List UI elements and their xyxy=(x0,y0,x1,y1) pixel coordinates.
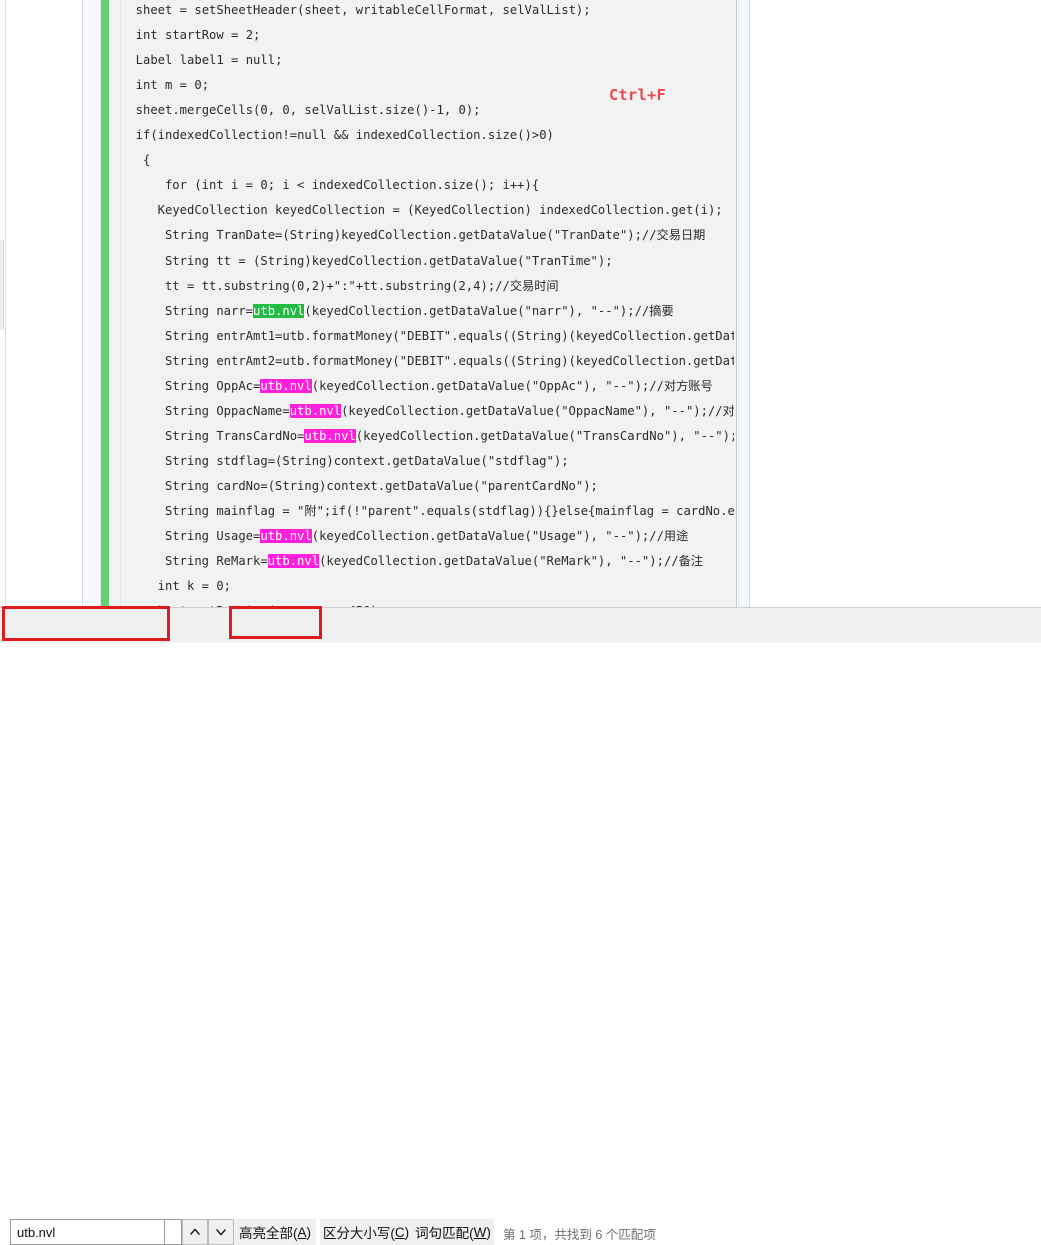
code-line: sheet = setSheetHeader(sheet, writableCe… xyxy=(121,2,591,18)
whole-word-label-pre: 词句匹配( xyxy=(415,1226,474,1241)
search-match-current: utb.nvl xyxy=(253,303,305,318)
code-text: int k = 0; xyxy=(157,579,232,594)
code-line: int k = 0; xyxy=(121,578,231,594)
code-text: String cardNo=(String)context.getDataVal… xyxy=(164,478,598,493)
code-text: String ReMark= xyxy=(164,554,268,569)
code-text: KeyedCollection keyedCollection = (Keyed… xyxy=(157,203,723,218)
change-indicator-bar xyxy=(101,0,109,607)
search-match-highlight: utb.nvl xyxy=(304,428,356,443)
code-line: int m = 0; xyxy=(121,77,209,93)
search-match-highlight: utb.nvl xyxy=(260,529,312,544)
code-text: String narr= xyxy=(164,303,254,318)
search-input-extension[interactable] xyxy=(165,1219,182,1245)
code-text: { xyxy=(142,153,151,168)
code-line: { xyxy=(121,152,150,168)
code-text: tt = tt.substring(0,2)+":"+tt.substring(… xyxy=(164,278,559,293)
search-match-highlight: utb.nvl xyxy=(267,554,320,569)
code-folding-gutter[interactable] xyxy=(109,0,121,607)
whole-word-accesskey: W xyxy=(473,1224,487,1240)
find-bar: 高亮全部(A) 区分大小写(C) 词句匹配(W) 第 1 项，共找到 6 个匹配… xyxy=(0,607,1041,1245)
whole-word-label-post: ) xyxy=(486,1224,491,1240)
code-text: (keyedCollection.getDataValue("Usage"), … xyxy=(311,529,689,544)
match-case-label-pre: 区分大小写( xyxy=(322,1226,395,1241)
code-text: String Usage= xyxy=(164,529,261,544)
code-text: String entrAmt2=utb.formatMoney("DEBIT".… xyxy=(164,353,734,368)
code-line: String entrAmt1=utb.formatMoney("DEBIT".… xyxy=(121,328,734,344)
editor-window: sheet = setSheetHeader(sheet, writableCe… xyxy=(0,0,1041,1245)
match-case-accesskey: C xyxy=(394,1224,405,1240)
code-text: String TransCardNo= xyxy=(164,428,305,443)
code-text: (keyedCollection.getDataValue("OppAc"), … xyxy=(311,378,713,393)
code-text: sheet.mergeCells(0, 0, selValList.size()… xyxy=(135,103,481,118)
code-text: if(indexedCollection!=null && indexedCol… xyxy=(135,128,554,143)
code-text: (keyedCollection.getDataValue("TransCard… xyxy=(355,428,734,443)
code-line: String mainflag = "附";if(!"parent".equal… xyxy=(121,503,734,519)
code-text: for (int i = 0; i < indexedCollection.si… xyxy=(164,178,540,193)
code-text: (keyedCollection.getDataValue("ReMark"),… xyxy=(319,554,703,569)
chevron-up-icon xyxy=(189,1228,201,1236)
code-line: String OppacName=utb.nvl(keyedCollection… xyxy=(121,403,734,419)
search-match-highlight: utb.nvl xyxy=(260,378,312,393)
highlight-all-label-pre: 高亮全部( xyxy=(238,1226,298,1241)
code-line: String ReMark=utb.nvl(keyedCollection.ge… xyxy=(121,553,703,569)
whole-word-button[interactable]: 词句匹配(W) xyxy=(412,1219,494,1245)
code-line: if(indexedCollection!=null && indexedCol… xyxy=(121,127,554,143)
code-text: String mainflag = "附";if(!"parent".equal… xyxy=(164,504,734,518)
code-text: String tt = (String)keyedCollection.getD… xyxy=(164,253,613,268)
ctrl-f-annotation: Ctrl+F xyxy=(609,86,667,104)
code-text: (keyedCollection.getDataValue("OppacName… xyxy=(341,403,734,418)
code-text: String OppacName= xyxy=(164,403,290,418)
highlight-all-label-post: ) xyxy=(306,1224,312,1240)
editor-gutter xyxy=(84,0,101,607)
code-line: String OppAc=utb.nvl(keyedCollection.get… xyxy=(121,378,713,394)
code-text: Label label1 = null; xyxy=(135,53,283,68)
editor-right-margin xyxy=(734,0,737,607)
code-line: String TransCardNo=utb.nvl(keyedCollecti… xyxy=(121,428,734,444)
panel-resize-handle[interactable] xyxy=(0,240,4,330)
highlight-all-button[interactable]: 高亮全部(A) xyxy=(234,1219,316,1245)
code-text: sheet = setSheetHeader(sheet, writableCe… xyxy=(135,3,591,17)
code-line: Label label1 = null; xyxy=(121,52,283,68)
code-text: String entrAmt1=utb.formatMoney("DEBIT".… xyxy=(164,328,734,343)
code-line: String Usage=utb.nvl(keyedCollection.get… xyxy=(121,528,688,544)
code-line: KeyedCollection keyedCollection = (Keyed… xyxy=(121,202,723,218)
left-side-panel xyxy=(6,0,83,607)
code-line: String entrAmt2=utb.formatMoney("DEBIT".… xyxy=(121,353,734,369)
code-line: String TranDate=(String)keyedCollection.… xyxy=(121,227,705,243)
code-text: int startRow = 2; xyxy=(135,28,261,43)
code-text: String stdflag=(String)context.getDataVa… xyxy=(164,453,569,468)
find-previous-button[interactable] xyxy=(182,1219,208,1245)
code-line: String cardNo=(String)context.getDataVal… xyxy=(121,478,598,494)
code-line: String narr=utb.nvl(keyedCollection.getD… xyxy=(121,303,674,319)
match-case-label-post: ) xyxy=(404,1224,410,1240)
code-line: sheet.mergeCells(0, 0, selValList.size()… xyxy=(121,102,481,118)
chevron-down-icon xyxy=(215,1228,227,1236)
code-text: (keyedCollection.getDataValue("narr"), "… xyxy=(304,303,674,318)
code-text: int m = 0; xyxy=(135,78,210,93)
code-line: int startRow = 2; xyxy=(121,27,261,43)
find-next-button[interactable] xyxy=(208,1219,234,1245)
code-line: tt = tt.substring(0,2)+":"+tt.substring(… xyxy=(121,278,559,294)
vertical-scrollbar[interactable] xyxy=(738,0,750,607)
code-line: String stdflag=(String)context.getDataVa… xyxy=(121,453,569,469)
code-line: String tt = (String)keyedCollection.getD… xyxy=(121,253,613,269)
code-text: String TranDate=(String)keyedCollection.… xyxy=(164,228,706,243)
match-case-button[interactable]: 区分大小写(C) xyxy=(320,1219,412,1245)
search-input[interactable] xyxy=(10,1219,165,1245)
right-blank-area xyxy=(751,0,1041,607)
highlight-all-accesskey: A xyxy=(297,1224,307,1240)
find-status-text: 第 1 项，共找到 6 个匹配项 xyxy=(503,1228,656,1242)
search-match-highlight: utb.nvl xyxy=(289,403,342,418)
code-text: String OppAc= xyxy=(164,378,261,393)
code-line: for (int i = 0; i < indexedCollection.si… xyxy=(121,177,539,193)
